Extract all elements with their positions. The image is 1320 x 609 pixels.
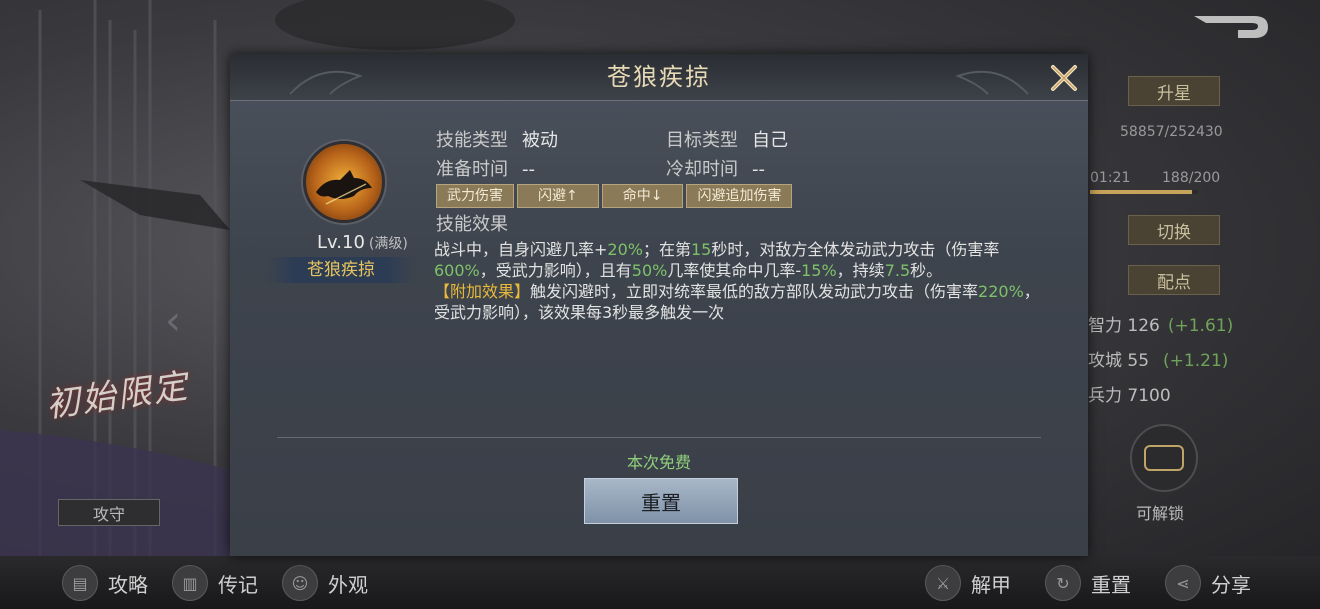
cooldown-value: -- (752, 159, 765, 180)
stat-value: 126 (1127, 316, 1160, 336)
armor-icon: ⚔ (925, 565, 961, 601)
stat-intelligence: 智力 126 (+1.61) (1088, 311, 1233, 336)
effect-text: 几率使其命中几率- (667, 261, 802, 280)
left-arrow-icon[interactable]: ‹ (165, 298, 181, 344)
unlock-label: 可解锁 (1136, 504, 1185, 523)
level-value: Lv.10 (317, 232, 365, 253)
stat-name: 兵力 (1088, 386, 1122, 406)
skill-type-row: 技能类型 被动 (436, 126, 558, 152)
stat-troops: 兵力 7100 (1088, 381, 1171, 406)
biography-label: 传记 (218, 572, 258, 597)
unlock-button[interactable] (1130, 424, 1198, 492)
back-icon[interactable] (1192, 12, 1272, 42)
stat-name: 智力 (1088, 316, 1122, 336)
effect-text: ，持续 (836, 261, 885, 280)
target-type-label: 目标类型 (666, 130, 738, 151)
upgrade-star-button[interactable]: 升星 (1128, 76, 1220, 106)
stat-name: 攻城 (1088, 351, 1122, 371)
free-text: 本次免费 (626, 453, 691, 472)
tag-hit-down: 命中↓ (601, 184, 684, 208)
effect-value: 50% (631, 261, 668, 280)
share-button[interactable]: ⋖ 分享 (1165, 563, 1251, 603)
effect-description: 战斗中，自身闪避几率+20%；在第15秒时，对敌方全体发动武力攻击（伤害率 600… (434, 239, 1054, 323)
guide-button[interactable]: ▤ 攻略 (62, 563, 148, 603)
tag-dodge-up: 闪避↑ (517, 184, 599, 208)
stat-bonus: (+1.21) (1163, 351, 1229, 371)
skill-tags: 武力伤害 闪避↑ 命中↓ 闪避追加伤害 (436, 184, 793, 208)
target-type-row: 目标类型 自己 (666, 126, 788, 152)
book-icon: ▤ (62, 565, 98, 601)
scroll-icon: ▥ (172, 565, 208, 601)
biography-button[interactable]: ▥ 传记 (172, 563, 258, 603)
tag-force-damage: 武力伤害 (436, 184, 514, 208)
timer-text: 01:21 (1090, 170, 1131, 186)
stat-value: 55 (1127, 351, 1150, 371)
share-icon: ⋖ (1165, 565, 1201, 601)
exp-value: 58857/252430 (1120, 124, 1223, 140)
disarm-button[interactable]: ⚔ 解甲 (925, 563, 1011, 603)
prep-time-value: -- (522, 159, 535, 180)
close-icon (1051, 65, 1077, 91)
reset-icon: ↻ (1045, 565, 1081, 601)
guide-label: 攻略 (108, 572, 148, 597)
skill-name-plate: 苍狼疾掠 (266, 257, 416, 283)
reset-button[interactable]: 重置 (584, 478, 738, 524)
effect-title: 技能效果 (436, 214, 508, 235)
effect-text: 触发闪避时，立即对统率最低的敌方部队发动武力攻击（伤害率 (530, 282, 979, 301)
attack-defense-tab[interactable]: 攻守 (58, 499, 160, 526)
target-type-value: 自己 (752, 130, 788, 151)
allocate-points-button[interactable]: 配点 (1128, 265, 1220, 295)
effect-text: 秒时，对敌方全体发动武力攻击（伤害率 (711, 240, 1000, 259)
skill-level: Lv.10 (满级) (317, 232, 408, 253)
effect-value: 220% (978, 282, 1024, 301)
disarm-label: 解甲 (971, 572, 1011, 597)
effect-value: 7.5 (884, 261, 911, 280)
effect-text: 战斗中，自身闪避几率+ (434, 240, 608, 259)
appearance-label: 外观 (328, 572, 368, 597)
capacity-progress (1090, 190, 1198, 194)
share-label: 分享 (1211, 572, 1251, 597)
capacity-text: 188/200 (1162, 170, 1221, 186)
effect-text: 秒。 (910, 261, 943, 280)
stat-value: 7100 (1127, 386, 1171, 406)
effect-value: 15 (691, 240, 712, 259)
cooldown-row: 冷却时间 -- (666, 155, 765, 181)
effect-text: ，受武力影响），且有 (479, 261, 632, 280)
stat-bonus: (+1.61) (1167, 316, 1234, 336)
effect-text: ；在第 (642, 240, 691, 259)
skill-type-value: 被动 (522, 130, 558, 151)
effect-value: 600% (434, 261, 480, 280)
cooldown-label: 冷却时间 (666, 159, 738, 180)
skill-detail-modal: 苍狼疾掠 Lv.10 (满级) 苍狼疾掠 技能类型 被动 目标类型 自己 准备时间 --… (230, 54, 1088, 556)
skill-type-label: 技能类型 (436, 130, 508, 151)
appearance-button[interactable]: ☺ 外观 (282, 563, 368, 603)
prep-time-label: 准备时间 (436, 159, 508, 180)
tag-dodge-extra-damage: 闪避追加伤害 (686, 184, 793, 208)
stat-siege: 攻城 55 (+1.21) (1088, 346, 1228, 371)
appearance-icon: ☺ (282, 565, 318, 601)
close-button[interactable] (1048, 62, 1080, 94)
prep-time-row: 准备时间 -- (436, 155, 535, 181)
modal-title: 苍狼疾掠 (607, 63, 711, 91)
switch-button[interactable]: 切换 (1128, 215, 1220, 245)
effect-value: 15% (801, 261, 837, 280)
reset-bottom-label: 重置 (1091, 572, 1131, 597)
wolf-icon (303, 141, 385, 223)
bonus-effect-label: 【附加效果】 (434, 282, 531, 301)
level-max: (满级) (368, 236, 408, 252)
unlock-icon (1144, 445, 1184, 471)
reset-bottom-button[interactable]: ↻ 重置 (1045, 563, 1131, 603)
effect-value: 20% (607, 240, 643, 259)
divider (277, 437, 1041, 438)
